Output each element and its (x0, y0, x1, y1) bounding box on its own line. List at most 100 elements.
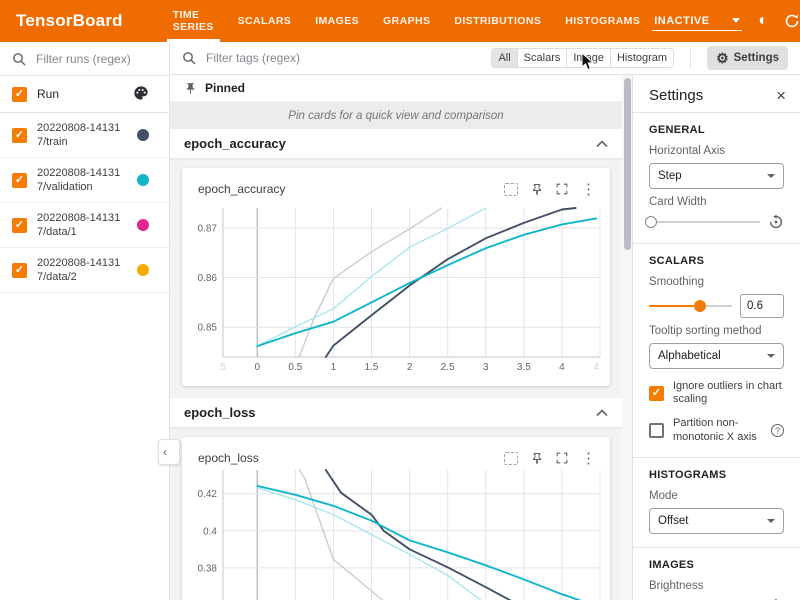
svg-text:1: 1 (331, 362, 337, 373)
fit-to-domain-icon[interactable] (504, 452, 518, 465)
settings-section-scalars: SCALARS Smoothing 0.6 Tooltip sorting me… (633, 243, 800, 457)
runs-list: ✓ 20220808-141317/train ✓20220808-141317/v… (0, 113, 169, 293)
settings-button[interactable]: ⚙ Settings (707, 46, 788, 70)
run-checkbox[interactable]: ✓ (12, 173, 27, 188)
settings-section-general: GENERAL Horizontal Axis Step Card Width (633, 112, 800, 243)
chart-host: 0.850.860.8700.511.522.533.5454 (182, 200, 610, 380)
tag-type-filter-group: AllScalarsImageHistogram (491, 48, 674, 68)
run-row[interactable]: ✓ 20220808-141317/data/2 (0, 248, 169, 293)
series-line (299, 208, 441, 357)
fullscreen-icon[interactable] (556, 183, 568, 195)
help-icon[interactable]: ? (771, 424, 784, 437)
pin-icon[interactable] (531, 183, 543, 196)
more-options-icon[interactable]: ⋮ (581, 451, 596, 466)
pin-icon[interactable] (531, 452, 543, 465)
run-checkbox[interactable]: ✓ (12, 218, 27, 233)
card-width-slider[interactable] (649, 215, 760, 229)
chevron-down-icon (767, 519, 775, 523)
scrollbar-thumb[interactable] (624, 78, 631, 250)
section-heading: HISTOGRAMS (649, 469, 784, 481)
more-options-icon[interactable]: ⋮ (581, 182, 596, 197)
svg-text:2.5: 2.5 (441, 362, 455, 373)
tooltip-sort-select[interactable]: Alphabetical (649, 343, 784, 369)
close-icon[interactable]: × (776, 87, 786, 104)
svg-text:0.4: 0.4 (203, 526, 217, 537)
scalar-chart-epoch_accuracy[interactable]: 0.850.860.8700.511.522.533.5454 (182, 200, 610, 375)
run-color-dot (137, 174, 149, 186)
right-column: AllScalarsImageHistogram ⚙ Settings Pinn… (170, 42, 800, 600)
svg-text:5: 5 (220, 362, 226, 373)
ignore-outliers-checkbox[interactable]: ✓ (649, 386, 664, 401)
smoothing-value-input[interactable]: 0.6 (740, 294, 784, 318)
runs-column-label: Run (37, 87, 59, 101)
svg-text:4: 4 (593, 362, 599, 373)
status-label: INACTIVE (654, 15, 709, 27)
refresh-icon[interactable] (784, 13, 800, 29)
section-heading: SCALARS (649, 255, 784, 267)
run-checkbox[interactable]: ✓ (12, 263, 27, 278)
sidebar-collapse-handle[interactable]: ‹ (158, 439, 180, 465)
chevron-down-icon (732, 18, 740, 23)
palette-icon[interactable] (133, 85, 149, 104)
settings-panel-title: Settings (649, 87, 703, 104)
nav-tab-scalars[interactable]: SCALARS (226, 0, 304, 42)
card-header: epoch_loss ⋮ (182, 445, 610, 469)
chevron-down-icon (767, 354, 775, 358)
series-line (257, 488, 489, 600)
tensorboard-app: TensorBoard TIME SERIESSCALARSIMAGESGRAP… (0, 0, 800, 600)
filter-runs-input[interactable] (34, 51, 148, 67)
pinned-title: Pinned (205, 81, 245, 95)
svg-text:2: 2 (407, 362, 413, 373)
series-line (299, 470, 390, 600)
partition-x-axis-checkbox[interactable] (649, 423, 664, 438)
filter-button-scalars[interactable]: Scalars (518, 48, 568, 68)
fullscreen-icon[interactable] (556, 452, 568, 464)
status-dropdown[interactable]: INACTIVE (652, 12, 742, 31)
horizontal-axis-label: Horizontal Axis (649, 145, 784, 157)
filter-button-histogram[interactable]: Histogram (611, 48, 674, 68)
select-all-runs-checkbox[interactable]: ✓ (12, 87, 27, 102)
filter-button-all[interactable]: All (491, 48, 517, 68)
smoothing-label: Smoothing (649, 276, 784, 288)
top-nav: TIME SERIESSCALARSIMAGESGRAPHSDISTRIBUTI… (161, 0, 653, 42)
horizontal-axis-select[interactable]: Step (649, 163, 784, 189)
nav-tab-histograms[interactable]: HISTOGRAMS (553, 0, 652, 42)
histogram-mode-select[interactable]: Offset (649, 508, 784, 534)
content-row: Pinned Pin cards for a quick view and co… (170, 75, 800, 600)
svg-text:0.86: 0.86 (198, 273, 218, 284)
nav-tab-distributions[interactable]: DISTRIBUTIONS (442, 0, 553, 42)
run-name: 20220808-141317/train (37, 121, 125, 150)
section-header-epoch-accuracy[interactable]: epoch_accuracy (170, 129, 622, 158)
search-icon (182, 51, 196, 65)
nav-tab-graphs[interactable]: GRAPHS (371, 0, 442, 42)
svg-text:4: 4 (559, 362, 565, 373)
scalar-chart-epoch_loss[interactable]: 0.420.40.380.36 (182, 469, 610, 600)
ignore-outliers-row: ✓ Ignore outliers in chart scaling (649, 380, 784, 406)
chevron-up-icon[interactable] (596, 409, 608, 417)
run-name: 20220808-141317/data/2 (37, 256, 125, 285)
fit-to-domain-icon[interactable] (504, 183, 518, 196)
filter-button-image[interactable]: Image (567, 48, 611, 68)
header-right: INACTIVE ◐ ⚙ ? (652, 12, 800, 31)
run-row[interactable]: ✓20220808-141317/data/1 (0, 203, 169, 248)
card-title: epoch_accuracy (198, 182, 285, 196)
section-header-epoch-loss[interactable]: epoch_loss (170, 398, 622, 427)
nav-tab-time-series[interactable]: TIME SERIES (161, 0, 226, 42)
card-actions: ⋮ (504, 451, 596, 466)
smoothing-slider[interactable] (649, 299, 732, 313)
search-icon (12, 52, 26, 66)
run-checkbox[interactable]: ✓ (12, 128, 27, 143)
run-row[interactable]: ✓ 20220808-141317/train (0, 113, 169, 158)
reset-icon[interactable] (768, 214, 784, 230)
chevron-down-icon (767, 174, 775, 178)
filter-tags-input[interactable] (204, 50, 358, 66)
nav-tab-images[interactable]: IMAGES (303, 0, 371, 42)
chevron-up-icon[interactable] (596, 140, 608, 148)
card-title: epoch_loss (198, 451, 259, 465)
run-row[interactable]: ✓20220808-141317/validation (0, 158, 169, 203)
settings-section-images: IMAGES Brightness Contrast (633, 547, 800, 600)
svg-text:0.85: 0.85 (198, 323, 218, 334)
brightness-toggle-icon[interactable]: ◐ (758, 13, 768, 29)
card-header: epoch_accuracy ⋮ (182, 176, 610, 200)
toolbar-divider (690, 48, 691, 68)
